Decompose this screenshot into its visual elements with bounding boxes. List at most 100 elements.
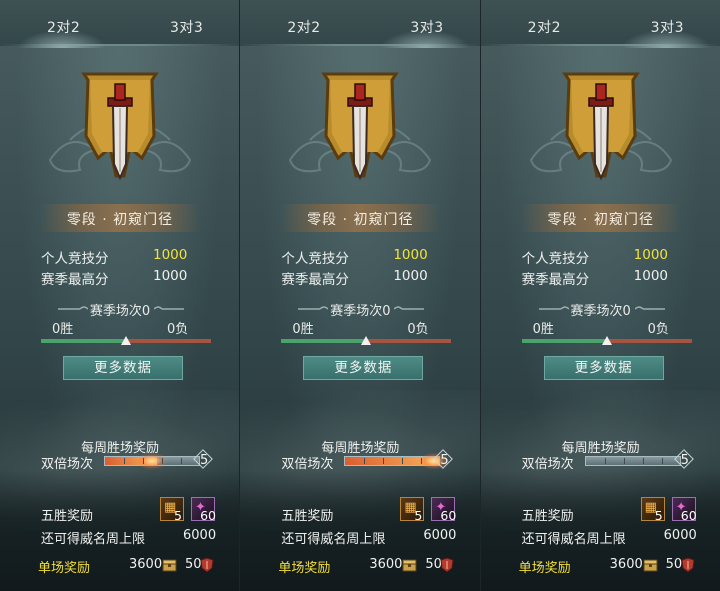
personal-score-value: 1000 [633, 247, 669, 263]
personal-score-value: 1000 [153, 247, 188, 263]
season-high-value: 1000 [393, 268, 428, 284]
progress-tick [642, 458, 644, 464]
reward-potion-icon[interactable]: ✦ 60 [431, 497, 456, 523]
stats-panel-1: 2对2 3对3 零段 · 初窥门径 个人竞技分 1000 赛季最高分 1000 … [0, 0, 241, 591]
double-matches-label: 双倍场次 [521, 457, 574, 472]
single-reward-coins: 3600 [129, 557, 163, 572]
weekly-limit-label: 还可得威名周上限 [521, 532, 626, 547]
win-loss-marker-icon [601, 336, 612, 345]
coin-chest-icon [643, 559, 658, 572]
sword-banner-emblem-icon [81, 72, 159, 181]
sword-banner-emblem-icon [561, 72, 640, 181]
reward-item-count: 5 [654, 508, 663, 523]
single-match-reward-label: 单场奖励 [38, 561, 91, 576]
personal-score-label: 个人竞技分 [41, 251, 109, 267]
personal-score-label: 个人竞技分 [521, 251, 590, 267]
single-reward-coins: 3600 [369, 557, 403, 572]
single-reward-coins: 3600 [609, 557, 643, 572]
reward-potion-icon[interactable]: ✦ 60 [191, 497, 216, 523]
progress-tick [364, 458, 366, 464]
five-win-reward-label: 五胜奖励 [281, 509, 334, 524]
five-win-reward-label: 五胜奖励 [521, 509, 574, 524]
progress-tick [623, 458, 625, 464]
tab-3v3[interactable]: 3对3 [651, 17, 684, 37]
sword-banner-emblem-icon [321, 72, 400, 181]
rank-name: 零段 · 初窥门径 [307, 212, 414, 228]
single-match-reward-label: 单场奖励 [518, 561, 571, 576]
weekly-limit-value: 6000 [423, 528, 457, 543]
double-matches-count: 5 [440, 453, 449, 468]
tab-underline [0, 44, 240, 46]
season-matches: 赛季场次0 [89, 304, 151, 319]
win-loss-bar [281, 336, 452, 345]
mode-tab-bar: 2对2 3对3 [240, 0, 480, 48]
double-matches-progress [344, 453, 450, 469]
win-loss-marker-icon [361, 336, 372, 345]
rank-name: 零段 · 初窥门径 [547, 212, 654, 228]
rank-name: 零段 · 初窥门径 [66, 212, 174, 228]
reward-item-count: 5 [414, 508, 423, 523]
reward-potion-icon[interactable]: ✦ 60 [671, 497, 697, 523]
win-bar-segment [521, 339, 607, 343]
progress-tick [604, 458, 606, 464]
double-matches-count: 5 [680, 453, 689, 468]
win-loss-bar [41, 336, 211, 345]
stats-panel-2: 2对2 3对3 零段 · 初窥门径 个人竞技分 1000 赛季最高分 1000 … [240, 0, 481, 591]
weekly-limit-label: 还可得威名周上限 [281, 532, 386, 547]
weekly-limit-value: 6000 [663, 528, 697, 543]
win-loss-marker-icon [121, 336, 131, 345]
five-win-reward-label: 五胜奖励 [41, 509, 94, 524]
reward-chest-icon[interactable]: ▦ 5 [400, 497, 425, 523]
loss-bar-segment [126, 339, 211, 343]
double-matches-count: 5 [200, 453, 209, 468]
losses-count: 0负 [647, 322, 669, 337]
coin-chest-icon [402, 559, 417, 572]
reward-item-count: 60 [680, 508, 697, 523]
tab-2v2[interactable]: 2对2 [47, 17, 80, 37]
double-matches-label: 双倍场次 [281, 457, 334, 472]
double-matches-label: 双倍场次 [41, 457, 94, 472]
personal-score-value: 1000 [393, 247, 428, 263]
reward-item-count: 5 [174, 508, 182, 523]
progress-tick [402, 458, 404, 464]
tab-3v3[interactable]: 3对3 [410, 17, 443, 37]
tab-2v2[interactable]: 2对2 [528, 17, 561, 37]
more-data-button[interactable]: 更多数据 [303, 356, 424, 380]
season-high-value: 1000 [153, 268, 188, 284]
loss-bar-segment [606, 339, 692, 343]
season-matches: 赛季场次0 [570, 304, 631, 319]
ranked-stats-screen: 2对2 3对3 零段 · 初窥门径 个人竞技分 1000 赛季最高分 1000 … [0, 0, 720, 591]
single-match-reward-label: 单场奖励 [278, 561, 331, 576]
losses-count: 0负 [167, 322, 189, 337]
progress-tick [143, 458, 144, 464]
win-bar-segment [41, 339, 126, 343]
tab-2v2[interactable]: 2对2 [287, 17, 320, 37]
progress-tick [181, 458, 182, 464]
progress-tick [421, 458, 423, 464]
shield-badge-icon [440, 558, 454, 573]
reward-chest-icon[interactable]: ▦ 5 [640, 497, 665, 523]
more-data-button[interactable]: 更多数据 [543, 356, 664, 380]
season-high-value: 1000 [633, 268, 669, 284]
more-data-button[interactable]: 更多数据 [63, 356, 183, 380]
tab-underline [240, 44, 480, 46]
season-high-label: 赛季最高分 [521, 272, 590, 288]
shield-badge-icon [200, 558, 214, 573]
reward-chest-icon[interactable]: ▦ 5 [160, 497, 184, 523]
double-matches-progress [584, 456, 681, 466]
mode-tab-bar: 2对2 3对3 [0, 0, 240, 48]
double-matches-progress [104, 453, 200, 469]
reward-item-count: 60 [200, 508, 216, 523]
wins-count: 0胜 [52, 322, 74, 337]
coin-chest-icon [162, 559, 177, 572]
progress-tick [162, 458, 163, 464]
wins-count: 0胜 [532, 322, 554, 337]
progress-tick [124, 458, 125, 464]
weekly-limit-label: 还可得威名周上限 [41, 532, 146, 547]
season-high-label: 赛季最高分 [41, 272, 109, 288]
tab-3v3[interactable]: 3对3 [170, 17, 203, 37]
win-bar-segment [281, 339, 367, 343]
weekly-limit-value: 6000 [183, 528, 217, 543]
win-loss-bar [521, 336, 692, 345]
mode-tab-bar: 2对2 3对3 [480, 0, 720, 48]
